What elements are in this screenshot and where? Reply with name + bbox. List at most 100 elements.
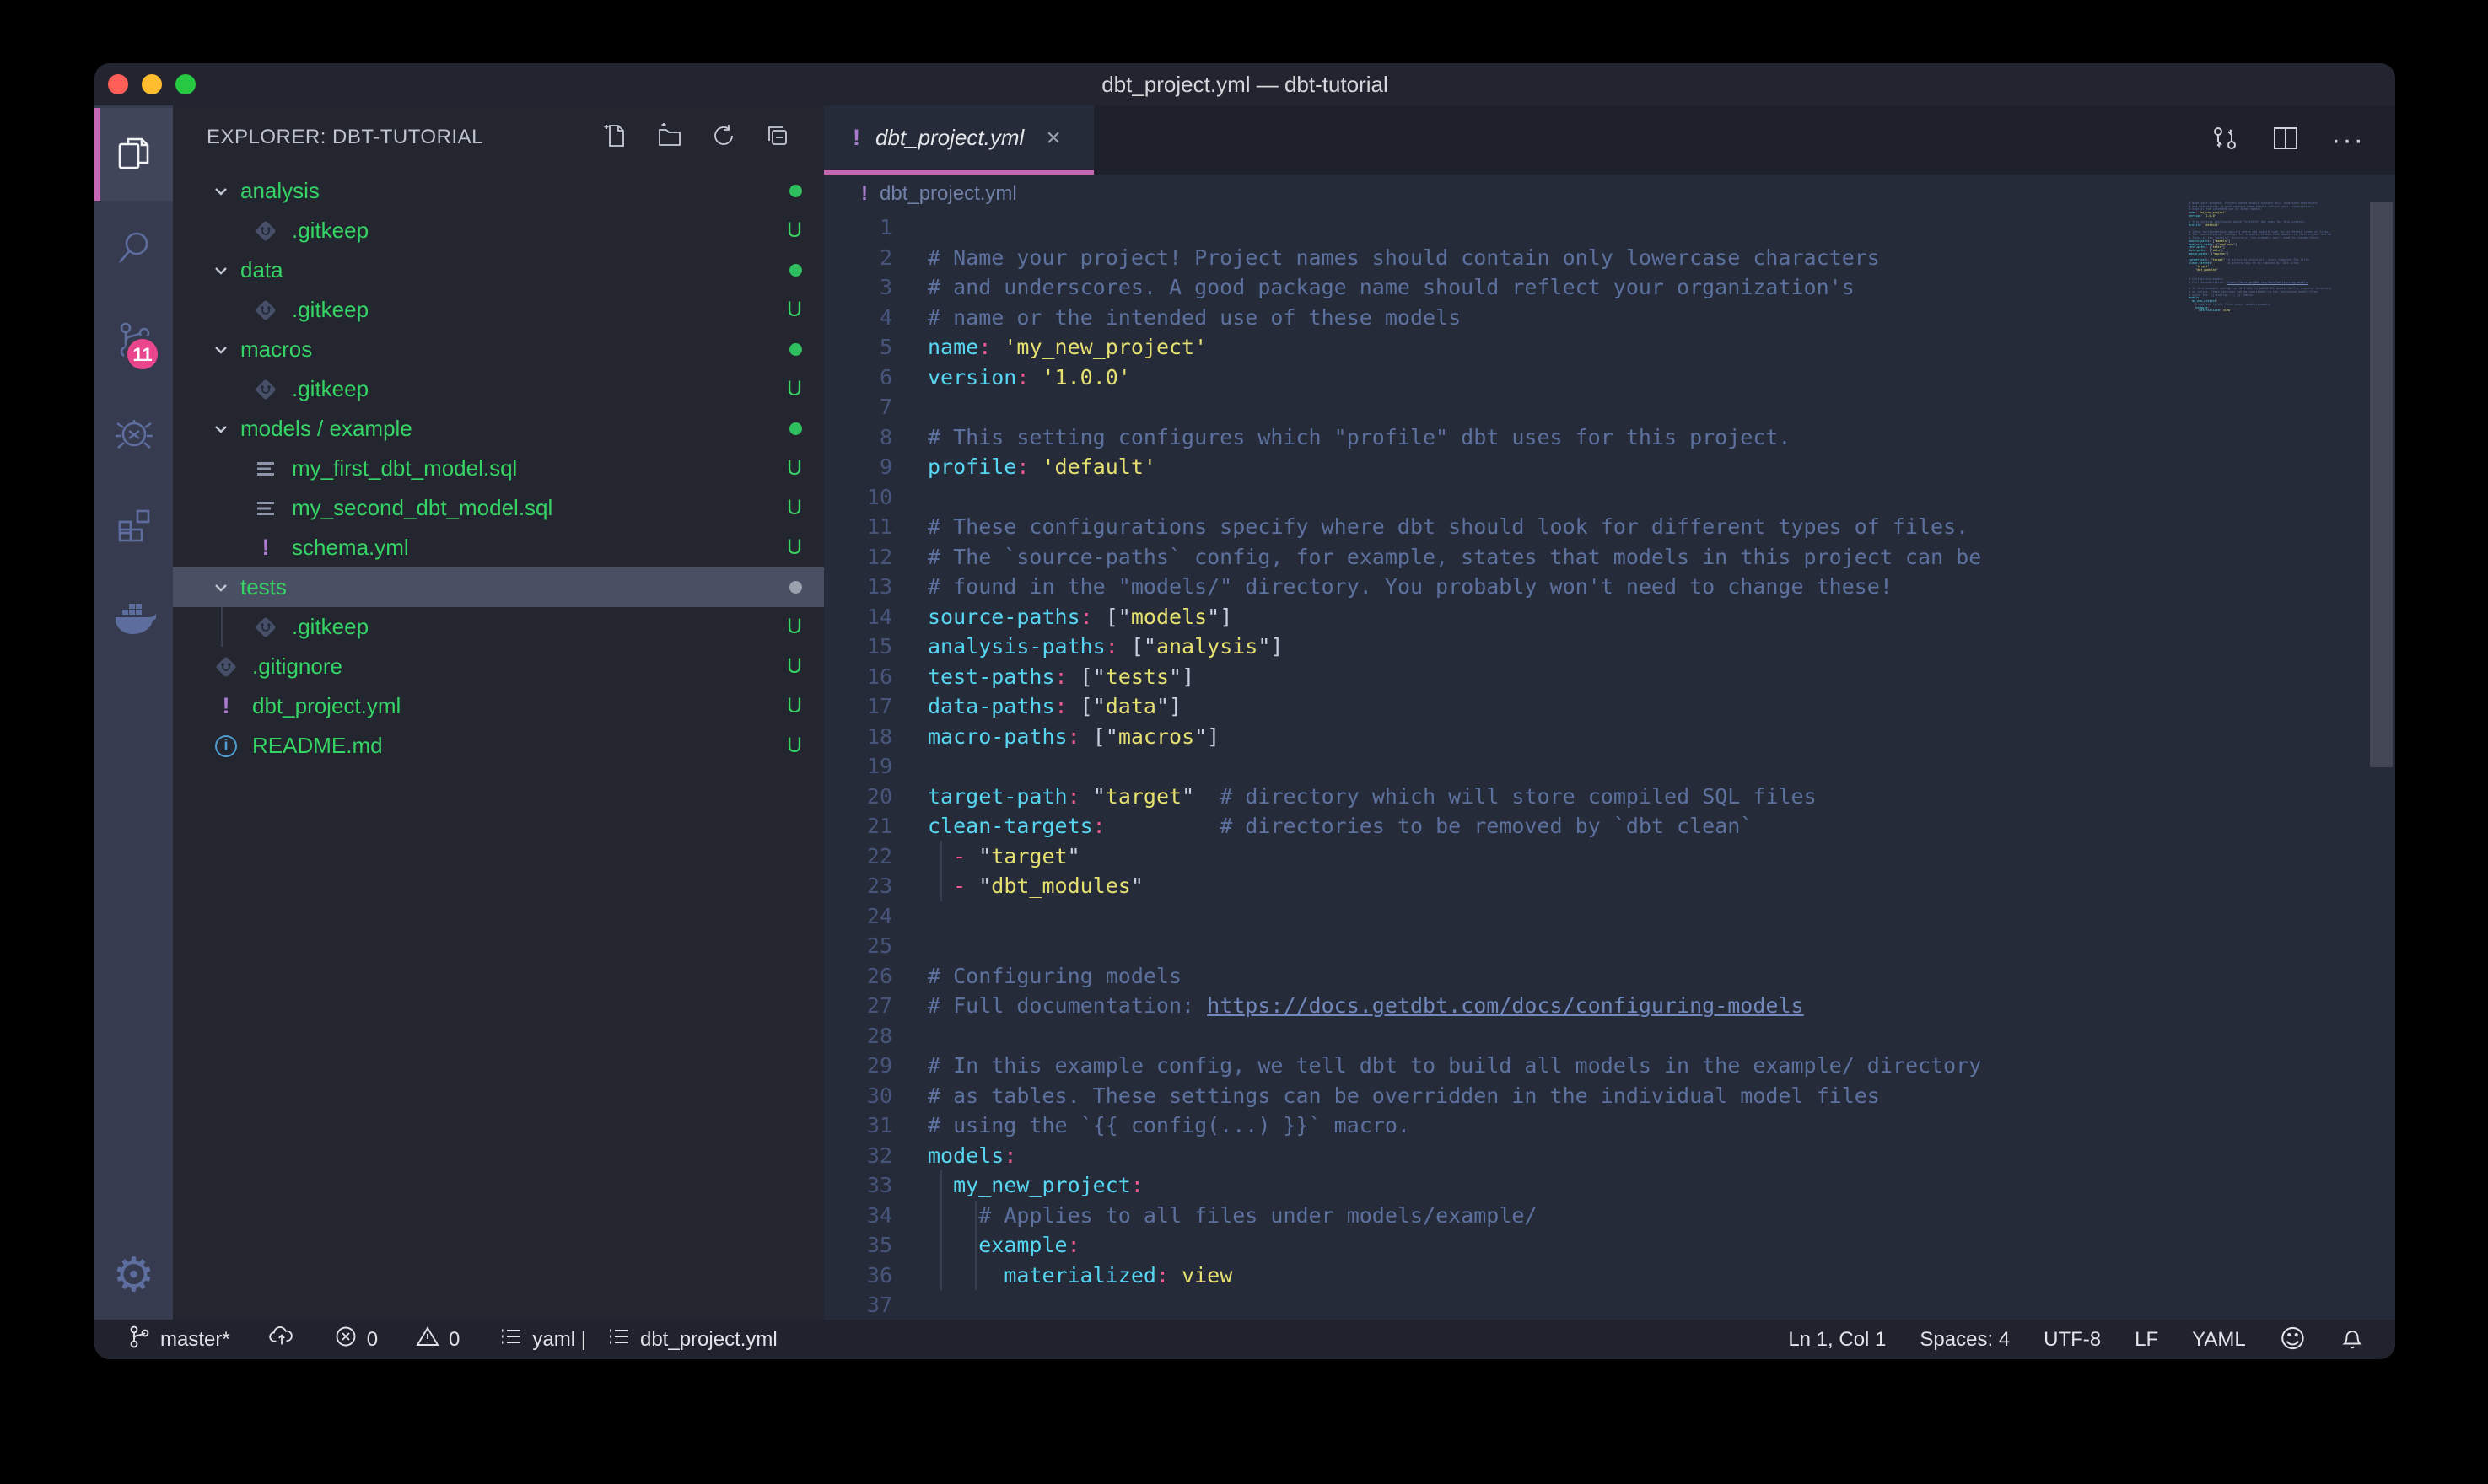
tree-file--gitkeep[interactable]: .gitkeepU — [173, 290, 824, 330]
encoding[interactable]: UTF-8 — [2044, 1328, 2101, 1352]
activity-debug-icon[interactable] — [94, 386, 173, 479]
chevron-down-icon — [210, 339, 232, 361]
close-tab-icon[interactable]: × — [1046, 124, 1061, 153]
code-line[interactable]: 15analysis-paths: ["analysis"] — [824, 632, 2395, 662]
tree-file--gitkeep[interactable]: .gitkeepU — [173, 369, 824, 409]
line-number: 7 — [824, 392, 892, 422]
refresh-icon[interactable] — [709, 121, 738, 154]
split-editor-icon[interactable] — [2270, 123, 2301, 158]
chevron-down-icon — [210, 577, 232, 599]
tree-file-schema-yml[interactable]: !schema.ymlU — [173, 528, 824, 567]
code-line[interactable]: 1 — [824, 212, 2395, 243]
code-line[interactable]: 26# Configuring models — [824, 961, 2395, 992]
code-line[interactable]: 2# Name your project! Project names shou… — [824, 243, 2395, 273]
line-number: 23 — [824, 871, 892, 901]
code-line[interactable]: 28 — [824, 1021, 2395, 1051]
task-yaml-item[interactable]: yaml | — [498, 1324, 586, 1355]
settings-gear-icon[interactable]: ⚙ — [94, 1229, 173, 1321]
tree-folder-data[interactable]: data — [173, 250, 824, 290]
task-file-item[interactable]: dbt_project.yml — [606, 1324, 778, 1355]
minimap[interactable]: # Name your project! Project names shoul… — [2189, 199, 2340, 325]
problems-item[interactable]: 0 0 — [333, 1324, 460, 1355]
git-branch-item[interactable]: master* — [127, 1324, 230, 1355]
new-file-icon[interactable] — [601, 121, 630, 154]
code-line[interactable]: 6version: '1.0.0' — [824, 363, 2395, 393]
breadcrumb[interactable]: ! dbt_project.yml — [824, 175, 2395, 212]
new-folder-icon[interactable] — [655, 121, 684, 154]
code-line[interactable]: 30# as tables. These settings can be ove… — [824, 1081, 2395, 1111]
tab-dbt-project-yml[interactable]: ! dbt_project.yml × — [824, 105, 1094, 175]
code-line[interactable]: 33 my_new_project: — [824, 1170, 2395, 1201]
tree-folder-macros[interactable]: macros — [173, 330, 824, 369]
code-area[interactable]: 12# Name your project! Project names sho… — [824, 212, 2395, 1320]
line-number: 9 — [824, 452, 892, 482]
code-line[interactable]: 8# This setting configures which "profil… — [824, 422, 2395, 453]
tree-file-dbt-project-yml[interactable]: !dbt_project.ymlU — [173, 686, 824, 726]
code-line[interactable]: 17data-paths: ["data"] — [824, 691, 2395, 722]
warn-file-icon: ! — [253, 535, 278, 561]
tree-file-readme-md[interactable]: iREADME.mdU — [173, 726, 824, 766]
code-line[interactable]: 19 — [824, 751, 2395, 782]
tree-item-label: schema.yml — [292, 535, 409, 561]
tree-file-my-first-dbt-model-sql[interactable]: my_first_dbt_model.sqlU — [173, 449, 824, 488]
explorer-title: EXPLORER: DBT-TUTORIAL — [207, 126, 483, 149]
collapse-folders-icon[interactable] — [763, 121, 792, 154]
feedback-smiley-icon[interactable]: ☺ — [2280, 1325, 2306, 1354]
error-count: 0 — [367, 1328, 378, 1352]
code-line[interactable]: 37 — [824, 1290, 2395, 1320]
tree-file--gitkeep[interactable]: .gitkeepU — [173, 607, 824, 647]
cursor-position[interactable]: Ln 1, Col 1 — [1788, 1328, 1886, 1352]
code-lines[interactable]: 12# Name your project! Project names sho… — [824, 212, 2395, 1320]
line-number: 36 — [824, 1261, 892, 1291]
activity-source-control-icon[interactable]: 11 — [94, 293, 173, 386]
activity-explorer-icon[interactable] — [94, 108, 173, 201]
code-line[interactable]: 16test-paths: ["tests"] — [824, 662, 2395, 692]
yaml-problem-icon: ! — [853, 125, 860, 151]
code-line[interactable]: 3# and underscores. A good package name … — [824, 272, 2395, 303]
code-line[interactable]: 20target-path: "target" # directory whic… — [824, 782, 2395, 812]
more-actions-icon[interactable]: ··· — [2331, 124, 2365, 157]
code-line[interactable]: 35 example: — [824, 1230, 2395, 1261]
code-line[interactable]: 23 - "dbt_modules" — [824, 871, 2395, 901]
tree-file--gitkeep[interactable]: .gitkeepU — [173, 211, 824, 250]
code-line[interactable]: 4# name or the intended use of these mod… — [824, 303, 2395, 333]
code-line[interactable]: 14source-paths: ["models"] — [824, 602, 2395, 632]
notifications-bell-icon[interactable] — [2340, 1327, 2365, 1352]
code-line[interactable]: 36 materialized: view — [824, 1261, 2395, 1291]
code-line[interactable]: 18macro-paths: ["macros"] — [824, 722, 2395, 752]
code-line[interactable]: 25 — [824, 931, 2395, 961]
code-line[interactable]: 32models: — [824, 1141, 2395, 1171]
code-line[interactable]: 9profile: 'default' — [824, 452, 2395, 482]
open-changes-icon[interactable] — [2210, 123, 2240, 158]
tree-file-my-second-dbt-model-sql[interactable]: my_second_dbt_model.sqlU — [173, 488, 824, 528]
code-line[interactable]: 31# using the `{{ config(...) }}` macro. — [824, 1110, 2395, 1141]
eol-sequence[interactable]: LF — [2135, 1328, 2158, 1352]
code-line[interactable]: 21clean-targets: # directories to be rem… — [824, 811, 2395, 841]
tree-file--gitignore[interactable]: .gitignoreU — [173, 647, 824, 686]
line-number: 17 — [824, 691, 892, 722]
sync-changes-item[interactable] — [269, 1324, 294, 1355]
activity-search-icon[interactable] — [94, 201, 173, 293]
tree-item-label: macros — [240, 336, 312, 363]
indentation[interactable]: Spaces: 4 — [1920, 1328, 2010, 1352]
editor-scrollbar[interactable] — [2370, 202, 2393, 767]
activity-extensions-icon[interactable] — [94, 479, 173, 572]
code-line[interactable]: 24 — [824, 901, 2395, 932]
code-line[interactable]: 29# In this example config, we tell dbt … — [824, 1051, 2395, 1081]
tree-folder-tests[interactable]: tests — [173, 567, 824, 607]
code-line[interactable]: 27# Full documentation: https://docs.get… — [824, 991, 2395, 1021]
code-line[interactable]: 10 — [824, 482, 2395, 513]
tree-folder-models-example[interactable]: models / example — [173, 409, 824, 449]
yaml-problem-icon: ! — [861, 182, 868, 206]
code-line[interactable]: 13# found in the "models/" directory. Yo… — [824, 572, 2395, 602]
code-line[interactable]: 5name: 'my_new_project' — [824, 332, 2395, 363]
code-line[interactable]: 11# These configurations specify where d… — [824, 512, 2395, 542]
code-line[interactable]: 12# The `source-paths` config, for examp… — [824, 542, 2395, 573]
git-file-icon — [253, 377, 278, 402]
activity-docker-icon[interactable] — [94, 572, 173, 664]
code-line[interactable]: 34 # Applies to all files under models/e… — [824, 1201, 2395, 1231]
language-mode[interactable]: YAML — [2192, 1328, 2246, 1352]
tree-folder-analysis[interactable]: analysis — [173, 171, 824, 211]
code-line[interactable]: 22 - "target" — [824, 841, 2395, 872]
code-line[interactable]: 7 — [824, 392, 2395, 422]
